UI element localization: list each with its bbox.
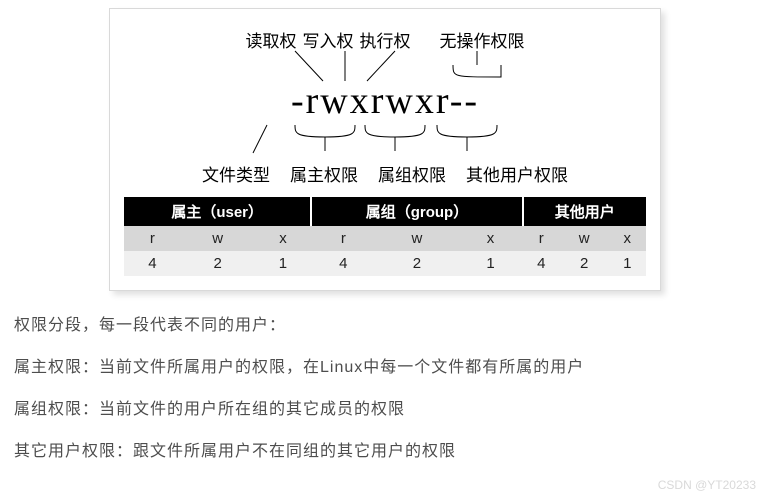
diagram-bottom-label: 属组权限: [378, 161, 446, 186]
table-cell: x: [459, 226, 523, 251]
table-cell: w: [181, 226, 255, 251]
table-cell: 4: [124, 251, 181, 276]
diagram-top-labels: 读取权 写入权 执行权 无操作权限: [124, 27, 646, 52]
table-cell: r: [523, 226, 560, 251]
diagram-bottom-label: 文件类型: [202, 161, 270, 186]
diagram-connectors-bottom: [124, 125, 646, 164]
table-cell: 2: [560, 251, 609, 276]
diagram-top-label: 无操作权限: [440, 27, 525, 52]
table-cell: r: [124, 226, 181, 251]
table-group-header: 属主（user）: [124, 197, 311, 226]
description-paragraph: 其它用户权限：跟文件所属用户不在同组的其它用户的权限: [14, 437, 756, 461]
permission-diagram: 读取权 写入权 执行权 无操作权限 -rwxrwxr--: [124, 23, 646, 191]
table-cell: 1: [255, 251, 312, 276]
permission-table: 属主（user） 属组（group） 其他用户 r w x r w x r w …: [124, 197, 646, 276]
diagram-bottom-label: 其他用户权限: [466, 161, 568, 186]
table-cell: w: [560, 226, 609, 251]
table-letter-row: r w x r w x r w x: [124, 226, 646, 251]
table-group-header-row: 属主（user） 属组（group） 其他用户: [124, 197, 646, 226]
table-cell: 2: [375, 251, 458, 276]
diagram-top-label: 读取权: [246, 27, 297, 52]
diagram-top-label: 执行权: [360, 27, 411, 52]
table-cell: 2: [181, 251, 255, 276]
description-paragraph: 属主权限：当前文件所属用户的权限，在Linux中每一个文件都有所属的用户: [14, 353, 756, 377]
table-cell: w: [375, 226, 458, 251]
table-cell: 4: [523, 251, 560, 276]
table-cell: x: [609, 226, 646, 251]
description-paragraph: 权限分段，每一段代表不同的用户：: [14, 311, 756, 335]
table-number-row: 4 2 1 4 2 1 4 2 1: [124, 251, 646, 276]
table-cell: 1: [609, 251, 646, 276]
description-paragraph: 属组权限：当前文件的用户所在组的其它成员的权限: [14, 395, 756, 419]
table-cell: 1: [459, 251, 523, 276]
table-cell: x: [255, 226, 312, 251]
permission-figure-card: 读取权 写入权 执行权 无操作权限 -rwxrwxr--: [109, 8, 661, 291]
table-group-header: 其他用户: [523, 197, 646, 226]
diagram-bottom-labels: 文件类型 属主权限 属组权限 其他用户权限: [124, 161, 646, 186]
watermark: CSDN @YT20233: [658, 478, 756, 492]
table-group-header: 属组（group）: [311, 197, 522, 226]
table-cell: r: [311, 226, 375, 251]
diagram-bottom-label: 属主权限: [290, 161, 358, 186]
diagram-top-label: 写入权: [303, 27, 354, 52]
permission-string: -rwxrwxr--: [124, 79, 646, 123]
table-cell: 4: [311, 251, 375, 276]
